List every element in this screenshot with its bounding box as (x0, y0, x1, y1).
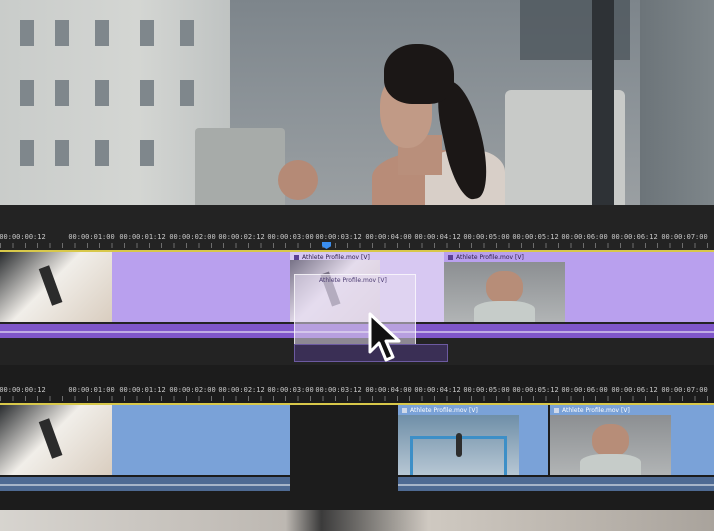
clip-thumbnail (398, 415, 519, 475)
time-ruler-bottom[interactable]: 00:00:00:12 00:00:01:00 00:00:01:12 00:0… (0, 385, 714, 405)
clip-thumbnail (0, 405, 112, 475)
ruler-tick: 00:00:05:12 (512, 386, 559, 394)
ruler-tick: 00:00:03:00 (267, 386, 314, 394)
ruler-tick: 00:00:00:12 (0, 386, 46, 394)
runner-hand (278, 160, 318, 200)
clip-fx-icon (554, 408, 559, 413)
ruler-tick: 00:00:03:00 (267, 233, 314, 241)
ruler-tick: 00:00:05:00 (463, 233, 510, 241)
audio-track[interactable] (0, 477, 290, 491)
ruler-tick: 00:00:02:12 (218, 233, 265, 241)
ruler-tick: 00:00:01:00 (68, 386, 115, 394)
clip-label: Athlete Profile.mov [V] (554, 407, 630, 415)
ruler-tick: 00:00:04:12 (414, 386, 461, 394)
ruler-tickmarks (0, 243, 714, 248)
clip-label: Athlete Profile.mov [V] (294, 254, 370, 262)
ruler-tick: 00:00:06:00 (561, 386, 608, 394)
clip-fx-icon (448, 255, 453, 260)
ruler-tick: 00:00:05:00 (463, 386, 510, 394)
ruler-tick: 00:00:06:12 (611, 386, 658, 394)
ruler-tick: 00:00:03:12 (315, 233, 362, 241)
rooftop-tank (195, 128, 285, 205)
time-ruler-top[interactable]: 00:00:00:12 00:00:01:00 00:00:01:12 00:0… (0, 232, 714, 252)
ruler-tick: 00:00:04:00 (365, 386, 412, 394)
ruler-tick: 00:00:03:12 (315, 386, 362, 394)
preview-strip (0, 510, 714, 531)
pole (592, 0, 614, 205)
ruler-tick: 00:00:00:12 (0, 233, 46, 241)
ruler-tick: 00:00:05:12 (512, 233, 559, 241)
clip-thumbnail (550, 415, 671, 475)
arrow-pointer-icon (368, 312, 401, 362)
ruler-tick: 00:00:02:00 (169, 233, 216, 241)
ruler-tick: 00:00:07:00 (661, 386, 708, 394)
ruler-tick: 00:00:01:12 (119, 386, 166, 394)
clip-thumbnail (0, 252, 112, 322)
runner-hair (384, 44, 454, 104)
ruler-tickmarks (0, 396, 714, 401)
clip-label: Athlete Profile.mov [V] (448, 254, 524, 262)
clip-fx-icon (294, 255, 299, 260)
video-clip[interactable] (0, 405, 290, 475)
ruler-tick: 00:00:02:12 (218, 386, 265, 394)
video-preview (0, 0, 714, 205)
clip-label: Athlete Profile.mov [V] (319, 277, 387, 284)
video-clip[interactable]: Athlete Profile.mov [V] (550, 405, 714, 475)
ruler-tick: 00:00:06:00 (561, 233, 608, 241)
ruler-tick: 00:00:04:12 (414, 233, 461, 241)
video-clip[interactable]: Athlete Profile.mov [V] (398, 405, 548, 475)
ruler-tick: 00:00:06:12 (611, 233, 658, 241)
clip-fx-icon (402, 408, 407, 413)
ruler-tick: 00:00:01:00 (68, 233, 115, 241)
ruler-tick: 00:00:07:00 (661, 233, 708, 241)
ruler-tick: 00:00:02:00 (169, 386, 216, 394)
audio-track[interactable] (398, 477, 714, 491)
video-clip[interactable] (0, 252, 290, 322)
ruler-tick: 00:00:04:00 (365, 233, 412, 241)
ruler-tick: 00:00:01:12 (119, 233, 166, 241)
video-clip[interactable]: Athlete Profile.mov [V] (444, 252, 714, 322)
background-building (640, 0, 714, 205)
clip-thumbnail (444, 262, 565, 322)
clip-label: Athlete Profile.mov [V] (402, 407, 478, 415)
